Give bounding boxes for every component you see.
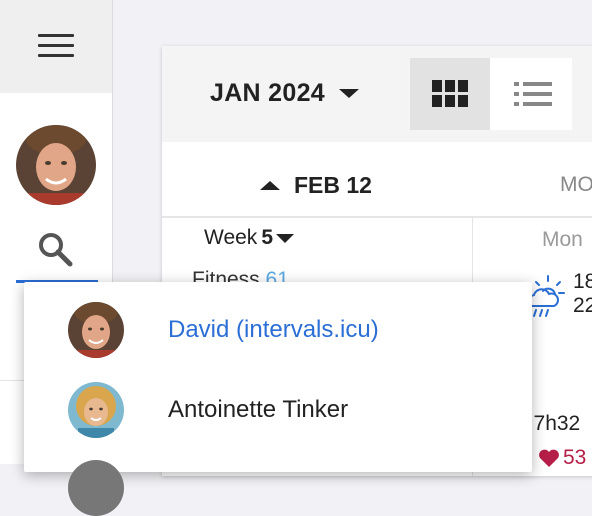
day-name: Mon [542, 228, 583, 251]
avatar [68, 302, 124, 358]
day-column-header: MO [560, 173, 592, 196]
heart-icon [539, 449, 559, 467]
list-view-icon [514, 82, 552, 106]
prev-date-label: FEB 12 [294, 172, 372, 198]
account-dropdown: David (intervals.icu) Antoinette Tinker [24, 282, 532, 516]
account-name: Antoinette Tinker [168, 396, 349, 423]
month-selector[interactable]: JAN 2024 [210, 78, 359, 108]
prev-date-button[interactable]: FEB 12 [260, 172, 372, 199]
list-view-button[interactable] [490, 58, 572, 130]
account-item-david[interactable]: David (intervals.icu) [24, 290, 532, 370]
temp-high: 18 [573, 270, 592, 293]
month-label: JAN 2024 [210, 78, 325, 107]
avatar [68, 460, 124, 516]
heart-rate-row: 53 [538, 446, 586, 470]
date-nav-row: FEB 12 MO [162, 142, 592, 218]
temp-low: 22 [573, 294, 592, 317]
search-icon[interactable] [36, 230, 76, 270]
chevron-down-icon [276, 233, 294, 243]
avatar [68, 382, 124, 438]
sidebar-header [0, 0, 112, 93]
week-number: 5 [261, 226, 273, 249]
grid-view-button[interactable] [410, 58, 490, 130]
week-label: Week [204, 226, 258, 249]
grid-view-icon [432, 80, 468, 108]
account-name: David (intervals.icu) [168, 316, 379, 343]
heart-rate-value: 53 [563, 446, 587, 469]
calendar-header: JAN 2024 [162, 46, 592, 142]
chevron-up-icon [260, 181, 280, 190]
menu-icon[interactable] [38, 34, 74, 60]
week-selector[interactable]: Week 5 [204, 226, 294, 250]
user-avatar[interactable] [16, 125, 96, 205]
temperature-readout: 18 22 [573, 270, 592, 318]
chevron-down-icon [338, 88, 359, 98]
account-item-antoinette[interactable]: Antoinette Tinker [24, 370, 532, 450]
